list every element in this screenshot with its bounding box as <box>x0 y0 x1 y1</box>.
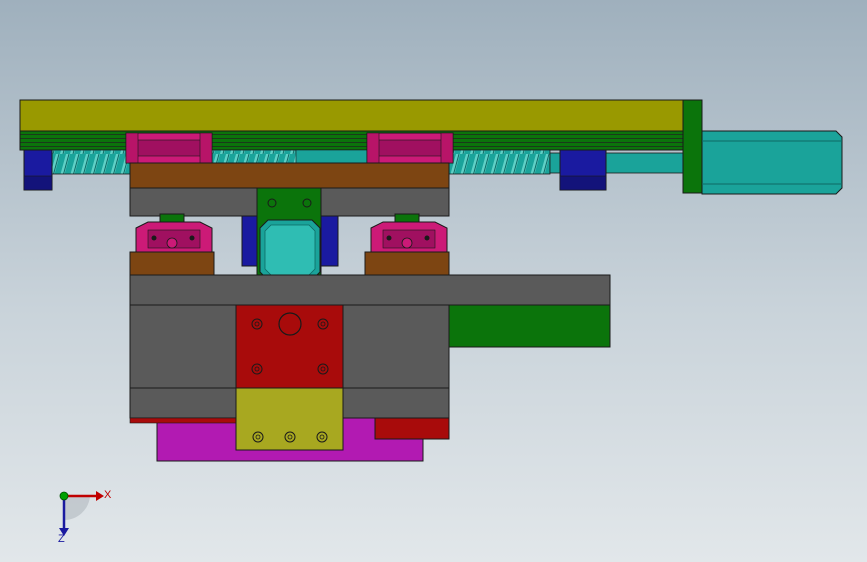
lower-slider-right[interactable] <box>370 213 448 253</box>
linear-rail-top[interactable] <box>19 130 684 151</box>
motor-flange[interactable] <box>682 99 703 194</box>
coordinate-triad-icon[interactable]: X Z <box>58 489 112 545</box>
side-bar[interactable] <box>448 304 611 348</box>
bracket-bolt-icon <box>267 198 277 208</box>
top-plate[interactable] <box>19 99 684 132</box>
top-slider-left[interactable] <box>125 132 213 164</box>
lower-slider-left[interactable] <box>135 213 213 253</box>
top-slider-right[interactable] <box>366 132 454 164</box>
carriage-plate[interactable] <box>129 162 450 189</box>
z-axis-label: Z <box>58 533 65 545</box>
graphics-viewport[interactable]: X Z <box>0 0 867 562</box>
cad-model-view[interactable]: X Z <box>0 0 867 562</box>
center-bore-icon <box>278 312 302 336</box>
bracket-bolt-icon <box>302 198 312 208</box>
base-plate[interactable] <box>129 274 611 306</box>
x-axis-label: X <box>104 489 112 501</box>
servo-motor[interactable] <box>701 130 843 195</box>
lower-rail-right[interactable] <box>364 251 450 276</box>
red-strip[interactable] <box>129 417 239 424</box>
lower-rail-left[interactable] <box>129 251 215 276</box>
red-block-right[interactable] <box>374 417 450 440</box>
